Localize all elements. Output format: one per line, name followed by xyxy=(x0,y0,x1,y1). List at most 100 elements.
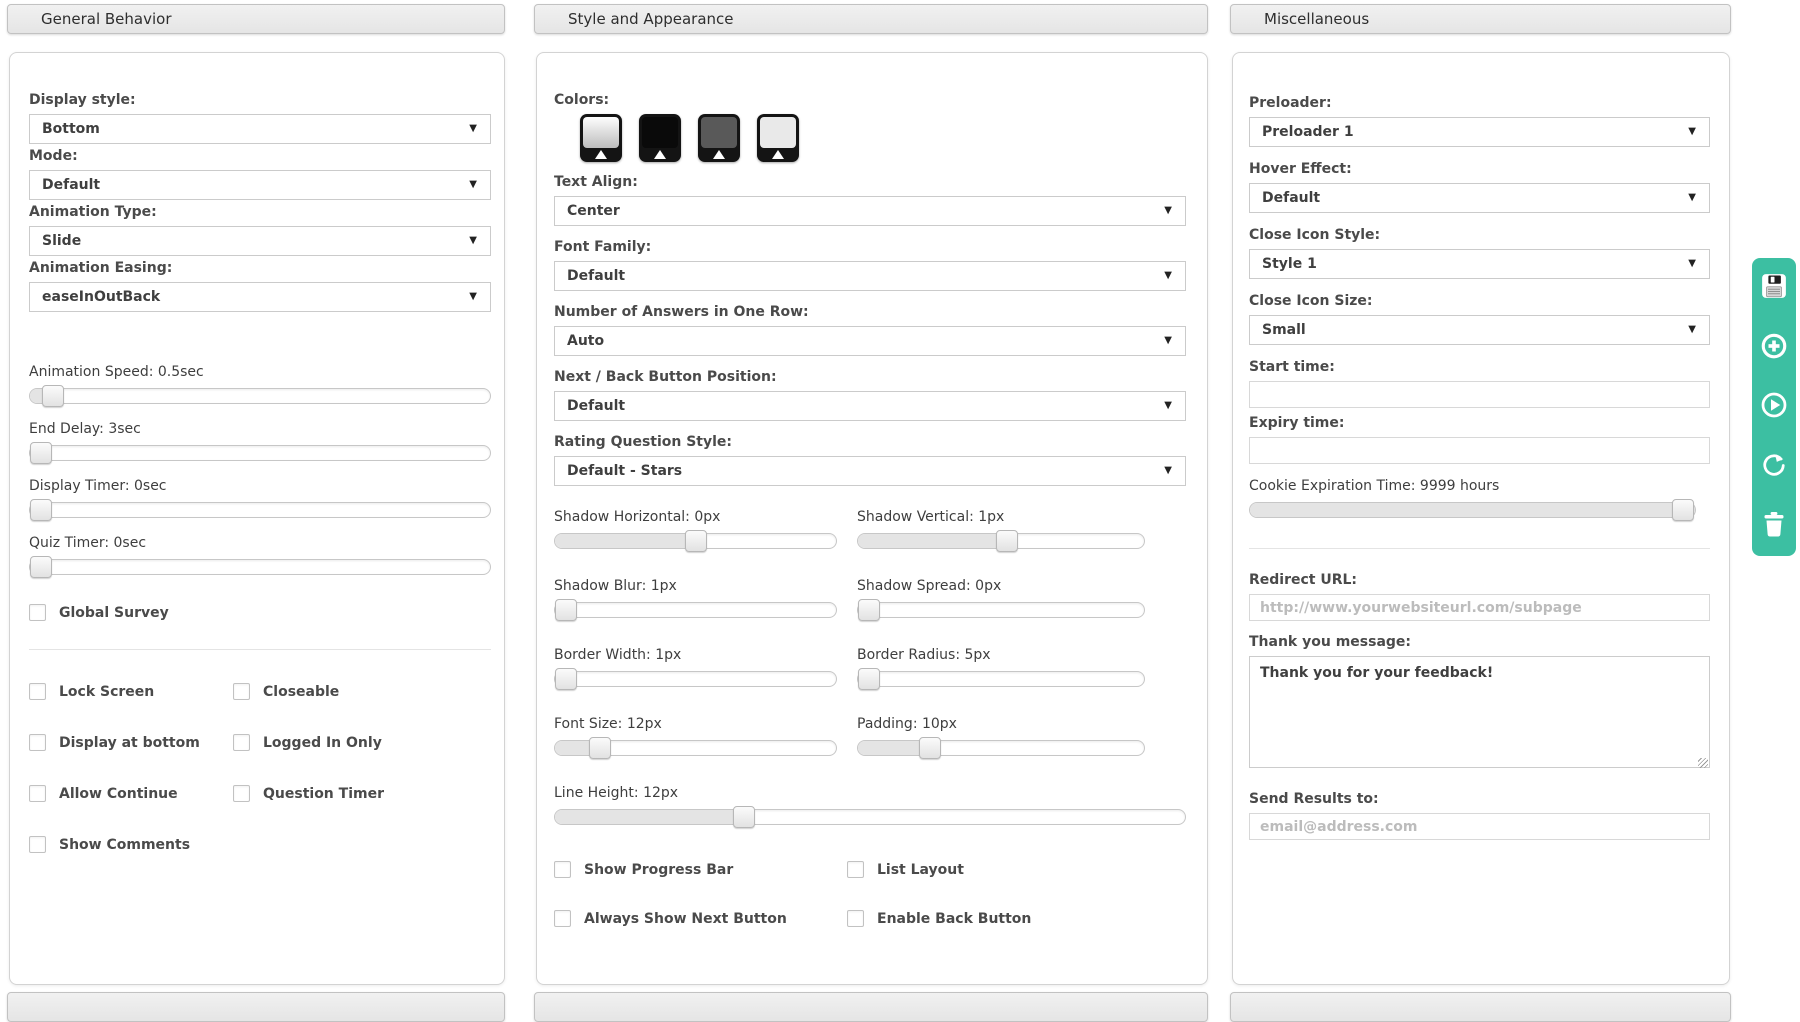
delete-button[interactable] xyxy=(1759,509,1789,539)
shadow-vertical-slider[interactable] xyxy=(857,533,1145,549)
slider-handle[interactable] xyxy=(733,806,755,828)
end-delay-label: End Delay: 3sec xyxy=(29,422,491,437)
thank-you-message-textarea[interactable]: Thank you for your feedback! xyxy=(1249,656,1710,768)
font-size-slider[interactable] xyxy=(554,740,837,756)
color-swatch-row xyxy=(580,114,1186,162)
close-icon-size-value: Small xyxy=(1262,322,1306,338)
border-width-slider[interactable] xyxy=(554,671,837,687)
color-swatch-light-gray[interactable] xyxy=(757,114,799,162)
closeable-checkbox[interactable] xyxy=(233,683,250,700)
redirect-url-input[interactable] xyxy=(1249,594,1710,621)
mode-select[interactable]: Default ▼ xyxy=(29,170,491,200)
slider-handle[interactable] xyxy=(858,668,880,690)
answers-per-row-select[interactable]: Auto ▼ xyxy=(554,326,1186,356)
list-layout-checkbox[interactable] xyxy=(847,861,864,878)
chevron-down-icon: ▼ xyxy=(1164,466,1172,476)
section-header-style-appearance[interactable]: Style and Appearance xyxy=(534,4,1208,34)
slider-handle[interactable] xyxy=(1672,499,1694,521)
preloader-select[interactable]: Preloader 1 ▼ xyxy=(1249,117,1710,147)
color-swatch-black[interactable] xyxy=(639,114,681,162)
rating-question-style-select[interactable]: Default - Stars ▼ xyxy=(554,456,1186,486)
cookie-expiration-slider[interactable] xyxy=(1249,502,1696,518)
global-survey-checkbox[interactable] xyxy=(29,604,46,621)
display-at-bottom-checkbox[interactable] xyxy=(29,734,46,751)
section-title: Miscellaneous xyxy=(1264,10,1369,28)
start-time-label: Start time: xyxy=(1249,360,1710,375)
quiz-timer-slider[interactable] xyxy=(29,559,491,575)
text-align-value: Center xyxy=(567,203,620,219)
shadow-blur-slider[interactable] xyxy=(554,602,837,618)
rating-question-style-label: Rating Question Style: xyxy=(554,435,1186,450)
allow-continue-checkbox[interactable] xyxy=(29,785,46,802)
send-results-label: Send Results to: xyxy=(1249,792,1710,807)
display-style-select[interactable]: Bottom ▼ xyxy=(29,114,491,144)
slider-handle[interactable] xyxy=(30,499,52,521)
padding-slider[interactable] xyxy=(857,740,1145,756)
chevron-down-icon: ▼ xyxy=(469,292,477,302)
close-icon-style-select[interactable]: Style 1 ▼ xyxy=(1249,249,1710,279)
allow-continue-label: Allow Continue xyxy=(59,786,178,802)
color-swatch-white-gradient[interactable] xyxy=(580,114,622,162)
swatch-screen xyxy=(583,117,619,148)
shadow-horizontal-slider[interactable] xyxy=(554,533,837,549)
show-progress-bar-checkbox[interactable] xyxy=(554,861,571,878)
slider-handle[interactable] xyxy=(685,530,707,552)
animation-speed-slider[interactable] xyxy=(29,388,491,404)
next-section-header-3[interactable] xyxy=(1230,992,1731,1022)
color-swatch-dark-gray[interactable] xyxy=(698,114,740,162)
slider-fill xyxy=(1250,503,1695,517)
always-show-next-checkbox[interactable] xyxy=(554,910,571,927)
send-results-input[interactable] xyxy=(1249,813,1710,840)
next-back-position-select[interactable]: Default ▼ xyxy=(554,391,1186,421)
section-header-miscellaneous[interactable]: Miscellaneous xyxy=(1230,4,1731,34)
arrow-up-icon xyxy=(595,150,607,159)
shadow-spread-slider[interactable] xyxy=(857,602,1145,618)
play-button[interactable] xyxy=(1759,390,1789,420)
always-show-next-label: Always Show Next Button xyxy=(584,911,787,927)
slider-handle[interactable] xyxy=(42,385,64,407)
next-section-header-1[interactable] xyxy=(7,992,505,1022)
lock-screen-checkbox[interactable] xyxy=(29,683,46,700)
expiry-time-input[interactable] xyxy=(1249,437,1710,464)
slider-handle[interactable] xyxy=(858,599,880,621)
slider-handle[interactable] xyxy=(30,442,52,464)
start-time-input[interactable] xyxy=(1249,381,1710,408)
text-align-select[interactable]: Center ▼ xyxy=(554,196,1186,226)
save-button[interactable] xyxy=(1759,271,1789,301)
slider-handle[interactable] xyxy=(589,737,611,759)
preloader-label: Preloader: xyxy=(1249,96,1710,111)
animation-type-select[interactable]: Slide ▼ xyxy=(29,226,491,256)
style-appearance-panel: Colors: Text Align: Center ▼ Font Family… xyxy=(536,52,1208,985)
show-comments-checkbox[interactable] xyxy=(29,836,46,853)
end-delay-slider[interactable] xyxy=(29,445,491,461)
mode-value: Default xyxy=(42,177,100,193)
line-height-slider[interactable] xyxy=(554,809,1186,825)
slider-handle[interactable] xyxy=(30,556,52,578)
hover-effect-select[interactable]: Default ▼ xyxy=(1249,183,1710,213)
list-layout-label: List Layout xyxy=(877,862,964,878)
divider xyxy=(29,649,491,650)
shadow-blur-label: Shadow Blur: 1px xyxy=(554,579,837,594)
section-header-general-behavior[interactable]: General Behavior xyxy=(7,4,505,34)
slider-handle[interactable] xyxy=(555,599,577,621)
slider-handle[interactable] xyxy=(555,668,577,690)
chevron-down-icon: ▼ xyxy=(1164,271,1172,281)
slider-handle[interactable] xyxy=(919,737,941,759)
font-family-select[interactable]: Default ▼ xyxy=(554,261,1186,291)
chevron-down-icon: ▼ xyxy=(1164,401,1172,411)
section-title: Style and Appearance xyxy=(568,10,734,28)
add-button[interactable] xyxy=(1759,331,1789,361)
play-circle-icon xyxy=(1759,390,1789,420)
question-timer-checkbox[interactable] xyxy=(233,785,250,802)
close-icon-size-select[interactable]: Small ▼ xyxy=(1249,315,1710,345)
animation-easing-select[interactable]: easeInOutBack ▼ xyxy=(29,282,491,312)
reset-button[interactable] xyxy=(1759,450,1789,480)
logged-in-only-checkbox[interactable] xyxy=(233,734,250,751)
enable-back-button-checkbox[interactable] xyxy=(847,910,864,927)
display-timer-slider[interactable] xyxy=(29,502,491,518)
next-section-header-2[interactable] xyxy=(534,992,1208,1022)
arrow-up-icon xyxy=(772,150,784,159)
chevron-down-icon: ▼ xyxy=(1688,193,1696,203)
slider-handle[interactable] xyxy=(996,530,1018,552)
border-radius-slider[interactable] xyxy=(857,671,1145,687)
